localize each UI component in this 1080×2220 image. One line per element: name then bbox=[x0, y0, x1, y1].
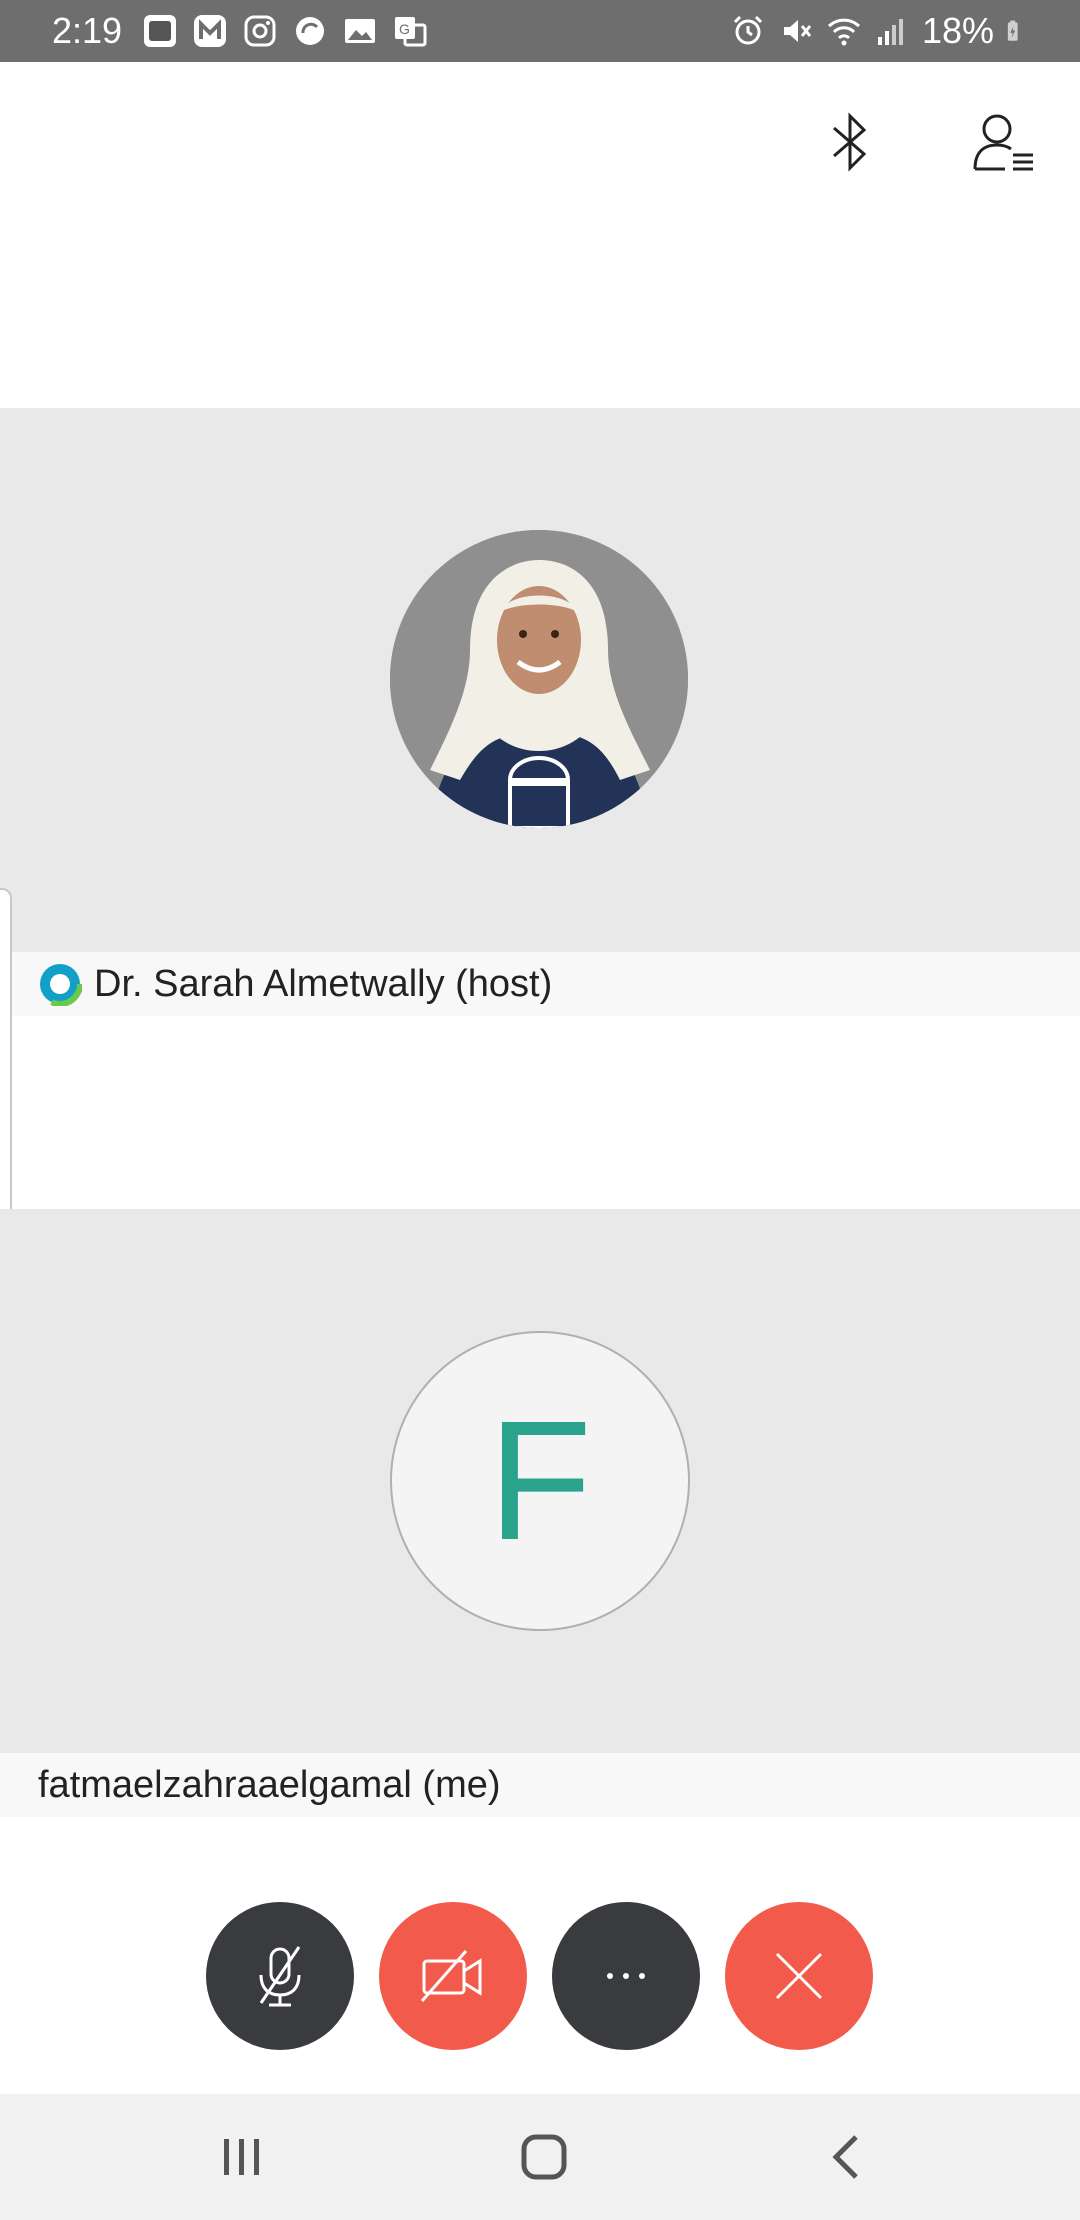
battery-charging-icon bbox=[1007, 20, 1018, 41]
mic-off-icon bbox=[259, 1946, 301, 2007]
video-button[interactable] bbox=[379, 1902, 527, 2050]
recents-button[interactable] bbox=[202, 2124, 282, 2190]
instagram-icon bbox=[244, 15, 276, 47]
host-avatar bbox=[390, 530, 688, 828]
wifi-icon bbox=[827, 18, 860, 46]
gallery-icon bbox=[345, 19, 375, 43]
participants-button[interactable] bbox=[964, 102, 1044, 182]
close-icon bbox=[775, 1952, 823, 2000]
more-icon bbox=[607, 1973, 645, 1979]
back-button[interactable] bbox=[806, 2124, 886, 2190]
home-button[interactable] bbox=[504, 2124, 584, 2190]
mute-button[interactable] bbox=[206, 1902, 354, 2050]
host-photo bbox=[390, 530, 688, 828]
bluetooth-button[interactable] bbox=[810, 102, 890, 182]
translate-icon: G bbox=[395, 17, 427, 47]
participant-name-host: Dr. Sarah Almetwally (host) bbox=[94, 962, 553, 1005]
avatar-initial: F bbox=[488, 1386, 592, 1576]
video-off-icon bbox=[420, 1950, 482, 2002]
battery-percent: 18% bbox=[921, 10, 994, 51]
svg-text:G: G bbox=[399, 21, 410, 37]
participant-name-me: fatmaelzahraaelgamal (me) bbox=[38, 1763, 501, 1806]
more-options-button[interactable] bbox=[552, 1902, 700, 2050]
meeting-toolbar bbox=[0, 62, 1080, 408]
signal-icon bbox=[877, 19, 903, 45]
system-nav-bar bbox=[0, 2094, 1080, 2220]
home-icon bbox=[521, 2134, 567, 2180]
participant-tile-me[interactable]: F bbox=[0, 1209, 1080, 1753]
participants-icon bbox=[973, 114, 1033, 171]
call-controls bbox=[0, 1880, 1080, 2094]
bluetooth-icon bbox=[833, 112, 867, 172]
self-avatar: F bbox=[390, 1331, 690, 1631]
system-icons: 18% bbox=[730, 10, 1028, 52]
participant-tile-host[interactable] bbox=[0, 408, 1080, 952]
alarm-icon bbox=[733, 15, 762, 45]
app-icon bbox=[144, 15, 176, 47]
notification-icons: G bbox=[142, 12, 428, 50]
webex-host-icon bbox=[38, 962, 82, 1006]
leave-meeting-button[interactable] bbox=[725, 1902, 873, 2050]
back-icon bbox=[832, 2135, 858, 2179]
status-bar: 2:19 G 18% bbox=[0, 0, 1080, 62]
participant-name-bar-me: fatmaelzahraaelgamal (me) bbox=[0, 1753, 1080, 1817]
participant-name-bar-host: Dr. Sarah Almetwally (host) bbox=[0, 952, 1080, 1016]
status-time: 2:19 bbox=[52, 10, 123, 51]
mute-icon bbox=[783, 20, 812, 42]
recents-icon bbox=[224, 2139, 259, 2175]
messenger-icon bbox=[194, 15, 226, 47]
sync-icon bbox=[296, 17, 324, 45]
